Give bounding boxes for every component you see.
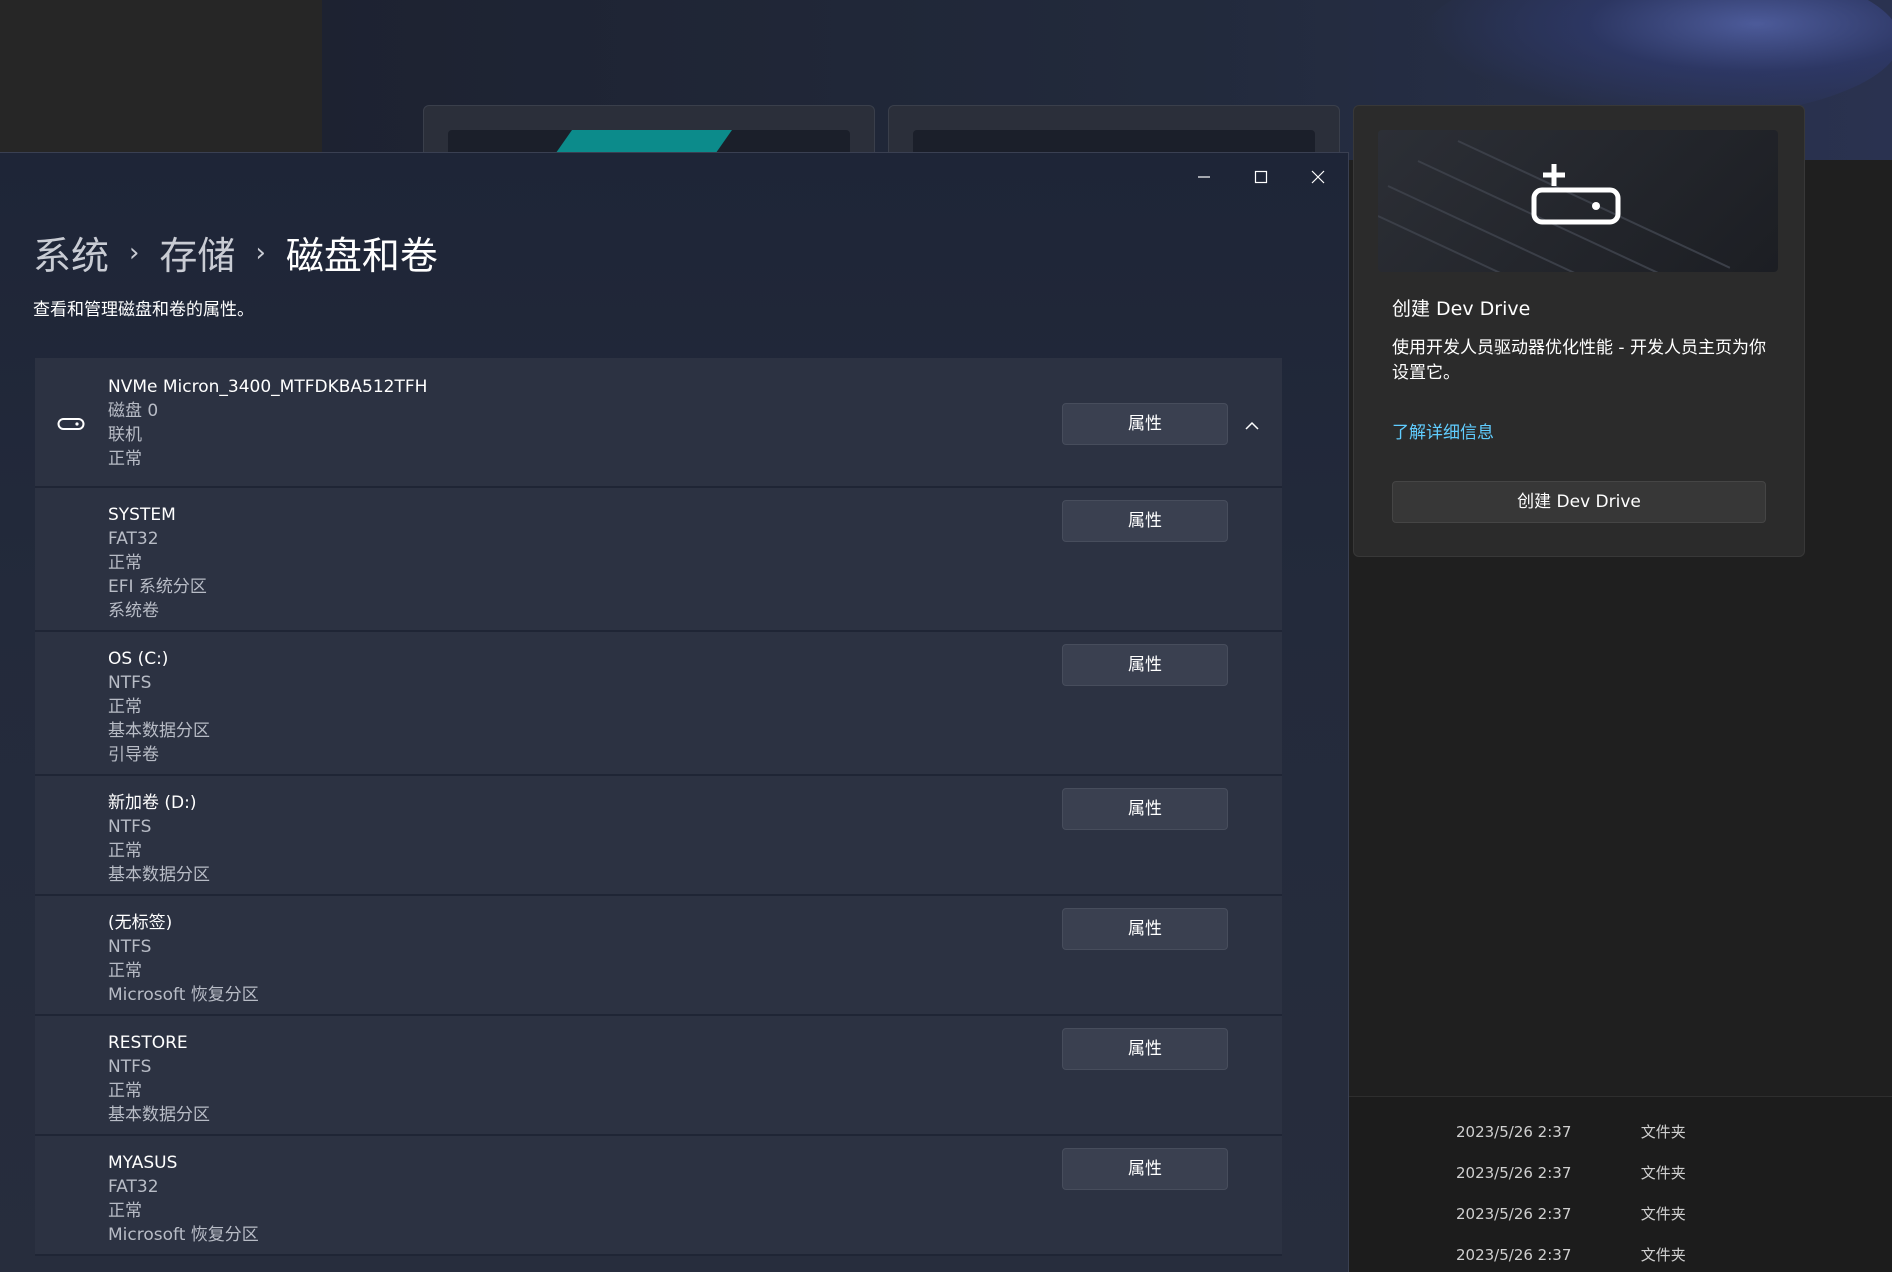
- volume-properties-button[interactable]: 属性: [1062, 788, 1228, 830]
- list-item[interactable]: 2023/5/26 2:37 文件夹: [1456, 1244, 1686, 1265]
- disk-detail: 正常: [108, 449, 142, 469]
- date-cell: 2023/5/26 2:37: [1456, 1205, 1572, 1223]
- type-cell: 文件夹: [1640, 1246, 1686, 1264]
- disk-row[interactable]: NVMe Micron_3400_MTFDKBA512TFH 磁盘 0 联机 正…: [35, 358, 1282, 488]
- volume-row-system[interactable]: SYSTEM FAT32 正常 EFI 系统分区 系统卷 属性: [35, 488, 1282, 632]
- volume-detail: 基本数据分区: [108, 1105, 210, 1125]
- maximize-icon: [1254, 170, 1268, 184]
- learn-more-link[interactable]: 了解详细信息: [1392, 418, 1494, 443]
- volume-row-unlabeled[interactable]: (无标签) NTFS 正常 Microsoft 恢复分区 属性: [35, 896, 1282, 1016]
- breadcrumb-item-system[interactable]: 系统: [33, 225, 109, 280]
- date-cell: 2023/5/26 2:37: [1456, 1246, 1572, 1264]
- date-cell: 2023/5/26 2:37: [1456, 1164, 1572, 1182]
- volume-properties-button[interactable]: 属性: [1062, 500, 1228, 542]
- breadcrumb-separator: ›: [255, 237, 266, 268]
- list-item[interactable]: 2023/5/26 2:37 文件夹: [1456, 1203, 1686, 1224]
- volume-detail: 正常: [108, 1081, 142, 1101]
- disk-properties-button[interactable]: 属性: [1062, 403, 1228, 445]
- breadcrumb: 系统 › 存储 › 磁盘和卷: [33, 225, 438, 280]
- page-description: 查看和管理磁盘和卷的属性。: [33, 300, 254, 320]
- list-item[interactable]: 2023/5/26 2:37 文件夹: [1456, 1121, 1686, 1142]
- dev-drive-thumbnail: [1378, 130, 1778, 272]
- volume-detail: 正常: [108, 553, 142, 573]
- dev-drive-icon: [1531, 164, 1621, 225]
- volume-detail: 基本数据分区: [108, 865, 210, 885]
- close-icon: [1311, 170, 1325, 184]
- minimize-button[interactable]: [1184, 165, 1224, 189]
- volume-row-os[interactable]: OS (C:) NTFS 正常 基本数据分区 引导卷 属性: [35, 632, 1282, 776]
- volume-detail: 正常: [108, 1201, 142, 1221]
- collapse-button[interactable]: [1238, 414, 1266, 438]
- volume-detail: 正常: [108, 841, 142, 861]
- volume-detail: 正常: [108, 961, 142, 981]
- background-window: [0, 0, 322, 160]
- type-cell: 文件夹: [1640, 1123, 1686, 1141]
- volume-row-myasus[interactable]: MYASUS FAT32 正常 Microsoft 恢复分区 属性: [35, 1136, 1282, 1256]
- type-cell: 文件夹: [1640, 1164, 1686, 1182]
- volume-properties-button[interactable]: 属性: [1062, 1148, 1228, 1190]
- breadcrumb-separator: ›: [129, 237, 140, 268]
- volume-properties-button[interactable]: 属性: [1062, 1028, 1228, 1070]
- disks-volumes-list: NVMe Micron_3400_MTFDKBA512TFH 磁盘 0 联机 正…: [35, 358, 1282, 1256]
- minimize-icon: [1198, 176, 1210, 178]
- file-explorer-list: 2023/5/26 2:37 文件夹 2023/5/26 2:37 文件夹 20…: [1348, 1096, 1892, 1272]
- create-dev-drive-button[interactable]: 创建 Dev Drive: [1392, 481, 1766, 523]
- volume-detail: Microsoft 恢复分区: [108, 985, 259, 1005]
- volume-detail: Microsoft 恢复分区: [108, 1225, 259, 1245]
- type-cell: 文件夹: [1640, 1205, 1686, 1223]
- dev-drive-card: 创建 Dev Drive 使用开发人员驱动器优化性能 - 开发人员主页为你设置它…: [1353, 105, 1805, 557]
- disk-icon: [57, 418, 85, 430]
- volume-detail: 引导卷: [108, 745, 159, 765]
- volume-detail: 基本数据分区: [108, 721, 210, 741]
- volume-detail: EFI 系统分区: [108, 577, 207, 597]
- dev-drive-title: 创建 Dev Drive: [1392, 298, 1531, 320]
- volume-detail: 正常: [108, 697, 142, 717]
- volume-properties-button[interactable]: 属性: [1062, 644, 1228, 686]
- dev-drive-description: 使用开发人员驱动器优化性能 - 开发人员主页为你设置它。: [1392, 338, 1766, 383]
- close-button[interactable]: [1298, 165, 1338, 189]
- volume-properties-button[interactable]: 属性: [1062, 908, 1228, 950]
- date-cell: 2023/5/26 2:37: [1456, 1123, 1572, 1141]
- page-title: 磁盘和卷: [285, 234, 438, 278]
- volume-row-restore[interactable]: RESTORE NTFS 正常 基本数据分区 属性: [35, 1016, 1282, 1136]
- maximize-button[interactable]: [1241, 165, 1281, 189]
- disk-name: NVMe Micron_3400_MTFDKBA512TFH: [108, 377, 428, 397]
- volume-detail: 系统卷: [108, 601, 159, 621]
- volume-row-d[interactable]: 新加卷 (D:) NTFS 正常 基本数据分区 属性: [35, 776, 1282, 896]
- list-item[interactable]: 2023/5/26 2:37 文件夹: [1456, 1162, 1686, 1183]
- breadcrumb-item-storage[interactable]: 存储: [159, 225, 235, 280]
- chevron-up-icon: [1245, 421, 1259, 430]
- settings-window: 系统 › 存储 › 磁盘和卷 查看和管理磁盘和卷的属性。 NVMe Micron…: [0, 152, 1349, 1272]
